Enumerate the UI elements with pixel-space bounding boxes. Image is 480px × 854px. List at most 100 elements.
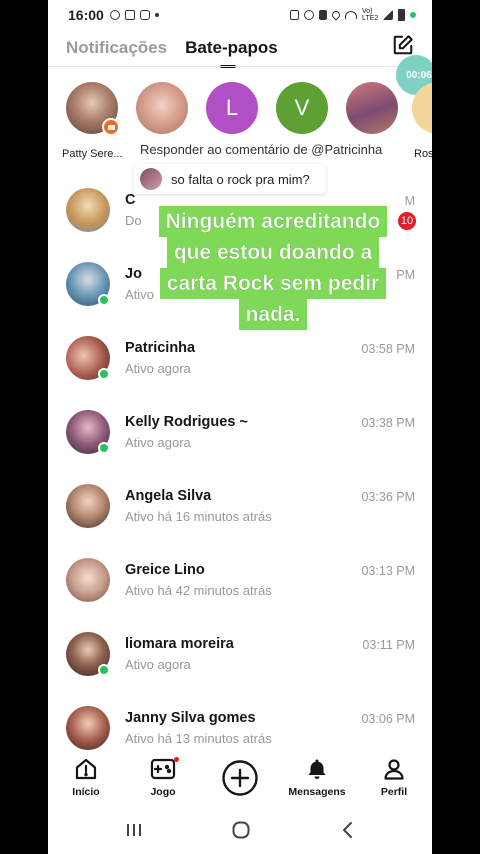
story-avatar	[66, 82, 120, 136]
caption-line: Ninguém acreditando	[158, 206, 388, 237]
chat-name: Jo	[125, 266, 142, 282]
avatar	[66, 558, 110, 602]
signal-icon	[383, 10, 393, 20]
more-notifications-icon	[154, 13, 159, 17]
compose-icon[interactable]	[392, 34, 414, 56]
person-icon	[384, 759, 404, 780]
home-button-icon[interactable]	[231, 820, 251, 840]
chat-name: Greice Lino	[125, 562, 205, 578]
chat-time: 03:11 PM	[362, 638, 415, 652]
chat-time: 03:58 PM	[361, 342, 415, 356]
instagram-icon	[139, 10, 150, 20]
chat-time: 03:13 PM	[361, 564, 415, 578]
whatsapp-icon	[109, 10, 120, 20]
nav-inicio[interactable]: Início	[48, 752, 124, 798]
plus-circle-icon	[222, 760, 258, 796]
story-item[interactable]: Ros	[408, 82, 432, 160]
header-divider	[48, 66, 432, 67]
bell-icon	[308, 759, 326, 779]
story-name: Ros	[414, 148, 432, 160]
online-indicator	[98, 442, 110, 454]
nav-label: Perfil	[380, 786, 408, 798]
nav-mensagens[interactable]: Mensagens	[279, 752, 355, 798]
video-caption: Ninguém acreditando que estou doando a c…	[144, 204, 402, 334]
reply-comment-bubble: so falta o rock pra mim?	[134, 164, 326, 194]
reply-label: Responder ao comentário de @Patricinha	[140, 142, 383, 157]
chat-time: 03:06 PM	[361, 712, 415, 726]
chat-status: Ativo há 16 minutos atrás	[125, 509, 272, 524]
story-letter: V	[294, 95, 310, 120]
notification-icons	[109, 10, 159, 20]
chat-time: M	[404, 194, 415, 208]
chat-name: Angela Silva	[125, 488, 212, 504]
network-label: Vo) LTE2	[362, 8, 379, 22]
story-avatar	[346, 82, 398, 134]
chat-row[interactable]: Patricinha Ativo agora 03:58 PM	[48, 332, 432, 406]
caption-line: que estou doando a	[166, 237, 380, 268]
header: Notificações Bate-papos	[48, 30, 432, 68]
caption-line: nada.	[238, 299, 308, 330]
online-indicator	[98, 664, 110, 676]
tab-notificacoes[interactable]: Notificações	[66, 38, 167, 58]
chat-time: 03:36 PM	[361, 490, 415, 504]
nav-label: Mensagens	[288, 786, 346, 798]
nav-label: Início	[72, 786, 100, 798]
story-item[interactable]: L	[202, 82, 262, 134]
chat-row[interactable]: liomara moreira Ativo agora 03:11 PM	[48, 628, 432, 702]
story-item[interactable]	[342, 82, 402, 134]
chat-row[interactable]: Angela Silva Ativo há 16 minutos atrás 0…	[48, 480, 432, 554]
story-item[interactable]: V	[272, 82, 332, 134]
story-avatar	[412, 82, 432, 134]
chat-status: Ativo agora	[125, 657, 191, 672]
location-icon	[330, 9, 342, 21]
nav-create[interactable]	[202, 752, 278, 804]
chat-status: Do	[125, 213, 142, 228]
caption-line: carta Rock sem pedir	[159, 268, 387, 299]
mute-icon	[319, 10, 327, 20]
story-avatar	[136, 82, 188, 134]
story-name: Patty Sere...	[62, 148, 123, 160]
notification-dot-icon	[174, 757, 179, 762]
system-icons: Vo) LTE2	[290, 8, 416, 22]
nav-label: Jogo	[150, 786, 176, 798]
screen: 16:00 Vo) LTE2 Notificações Bate-papos 0…	[48, 0, 432, 854]
recent-apps-icon[interactable]	[124, 820, 144, 840]
chat-row[interactable]: Kelly Rodrigues ~ Ativo agora 03:38 PM	[48, 406, 432, 480]
chat-row[interactable]: Greice Lino Ativo há 42 minutos atrás 03…	[48, 554, 432, 628]
story-item[interactable]	[132, 82, 192, 134]
bottom-navigation: Início Jogo Mensagens Perfil	[48, 752, 432, 808]
live-icon	[102, 118, 120, 136]
story-letter: L	[225, 95, 239, 120]
wifi-icon	[345, 11, 357, 19]
tab-bate-papos[interactable]: Bate-papos	[185, 38, 278, 68]
chat-name: liomara moreira	[125, 636, 234, 652]
battery-icon	[398, 9, 405, 21]
stories-row: Patty Sere... L V Ros	[48, 82, 432, 172]
reply-comment-text: so falta o rock pra mim?	[171, 171, 310, 187]
online-indicator	[98, 368, 110, 380]
media-icon	[124, 10, 135, 20]
system-navigation	[48, 808, 432, 854]
avatar	[66, 484, 110, 528]
chat-status: Ativo há 42 minutos atrás	[125, 583, 272, 598]
commenter-avatar	[140, 168, 162, 190]
chat-name: C	[125, 192, 136, 208]
chat-name: Patricinha	[125, 340, 196, 356]
nav-jogo[interactable]: Jogo	[125, 752, 201, 798]
chat-time: 03:38 PM	[361, 416, 415, 430]
online-indicator	[98, 294, 110, 306]
avatar	[66, 706, 110, 750]
story-item[interactable]: Patty Sere...	[62, 82, 123, 160]
privacy-dot-icon	[410, 12, 416, 18]
status-bar: 16:00 Vo) LTE2	[48, 0, 432, 30]
nav-perfil[interactable]: Perfil	[356, 752, 432, 798]
gamepad-icon	[150, 758, 176, 780]
story-avatar: V	[276, 82, 328, 134]
chat-name: Kelly Rodrigues ~	[125, 414, 248, 430]
alarm-icon	[304, 10, 314, 20]
lock-icon	[290, 10, 299, 20]
home-icon	[75, 758, 97, 780]
back-icon[interactable]	[338, 820, 358, 840]
chat-status: Ativo há 13 minutos atrás	[125, 731, 272, 746]
chat-status: Ativo agora	[125, 361, 191, 376]
